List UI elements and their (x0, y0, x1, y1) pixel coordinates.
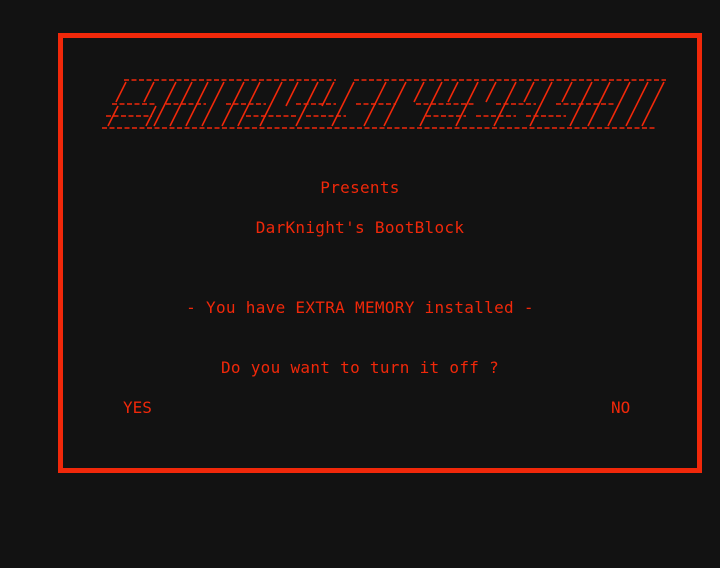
no-option[interactable]: NO (611, 398, 630, 418)
turn-off-question: Do you want to turn it off ? (220, 358, 500, 377)
memory-warning: - You have EXTRA MEMORY installed - (186, 298, 534, 317)
bootblock-title: DarKnight's BootBlock (255, 218, 465, 237)
boot-screen: Presents DarKnight's BootBlock - You hav… (0, 0, 720, 568)
ascii-art-logo (102, 79, 666, 129)
yes-option[interactable]: YES (123, 398, 152, 418)
presents-text: Presents (320, 178, 400, 197)
